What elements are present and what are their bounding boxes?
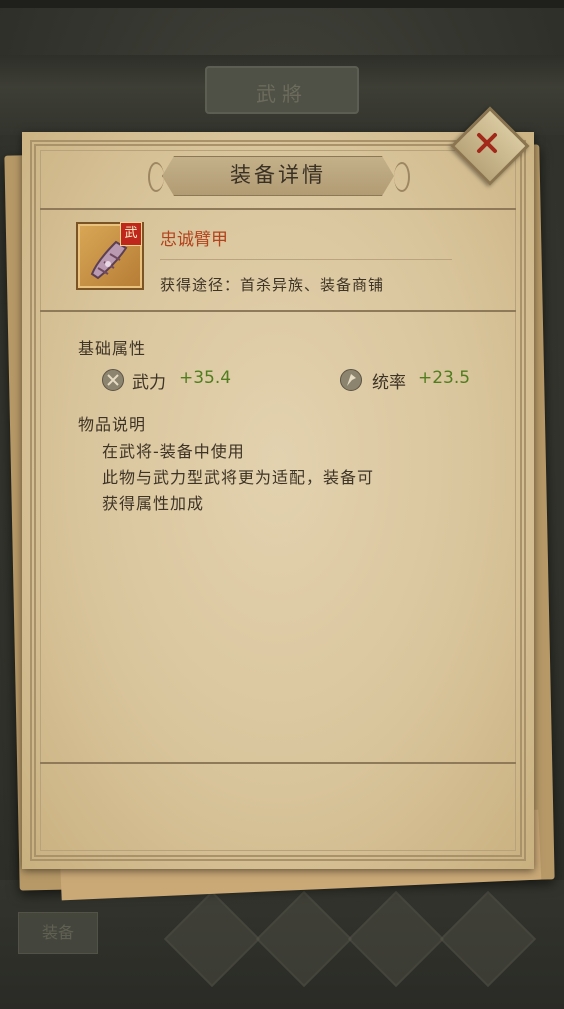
description-header: 物品说明 <box>78 415 147 434</box>
equipment-detail-dialog: 装备详情 武 忠诚臂甲 获得途径：首杀异族、装备商铺 基础属性 武力 +35.4… <box>22 132 534 869</box>
background-title-text: 武將 <box>256 82 308 106</box>
item-name-underline <box>160 259 452 260</box>
banner-icon <box>340 369 362 391</box>
item-source: 获得途径：首杀异族、装备商铺 <box>160 276 385 294</box>
dialog-title: 装备详情 <box>230 163 326 187</box>
attributes-header: 基础属性 <box>78 339 147 358</box>
item-name: 忠诚臂甲 <box>160 230 228 250</box>
description-line: 在武将-装备中使用 <box>102 442 245 461</box>
stat-value-command: +23.5 <box>418 368 471 388</box>
header-divider <box>40 208 516 210</box>
background-title-plaque: 武將 <box>205 66 359 114</box>
stat-label-force: 武力 <box>132 373 166 393</box>
background-tab: 装备 <box>18 912 98 954</box>
title-ornament-right <box>394 162 410 192</box>
crossed-swords-icon <box>102 369 124 391</box>
top-bar <box>0 0 564 8</box>
stat-value-force: +35.4 <box>179 368 232 388</box>
description-line: 获得属性加成 <box>102 494 205 513</box>
description-line: 此物与武力型武将更为适配，装备可 <box>102 468 375 487</box>
section-divider <box>40 310 516 312</box>
stat-label-command: 统率 <box>372 373 406 393</box>
footer-divider <box>40 762 516 764</box>
item-type-badge: 武 <box>120 222 142 246</box>
close-x-icon[interactable] <box>462 118 512 168</box>
